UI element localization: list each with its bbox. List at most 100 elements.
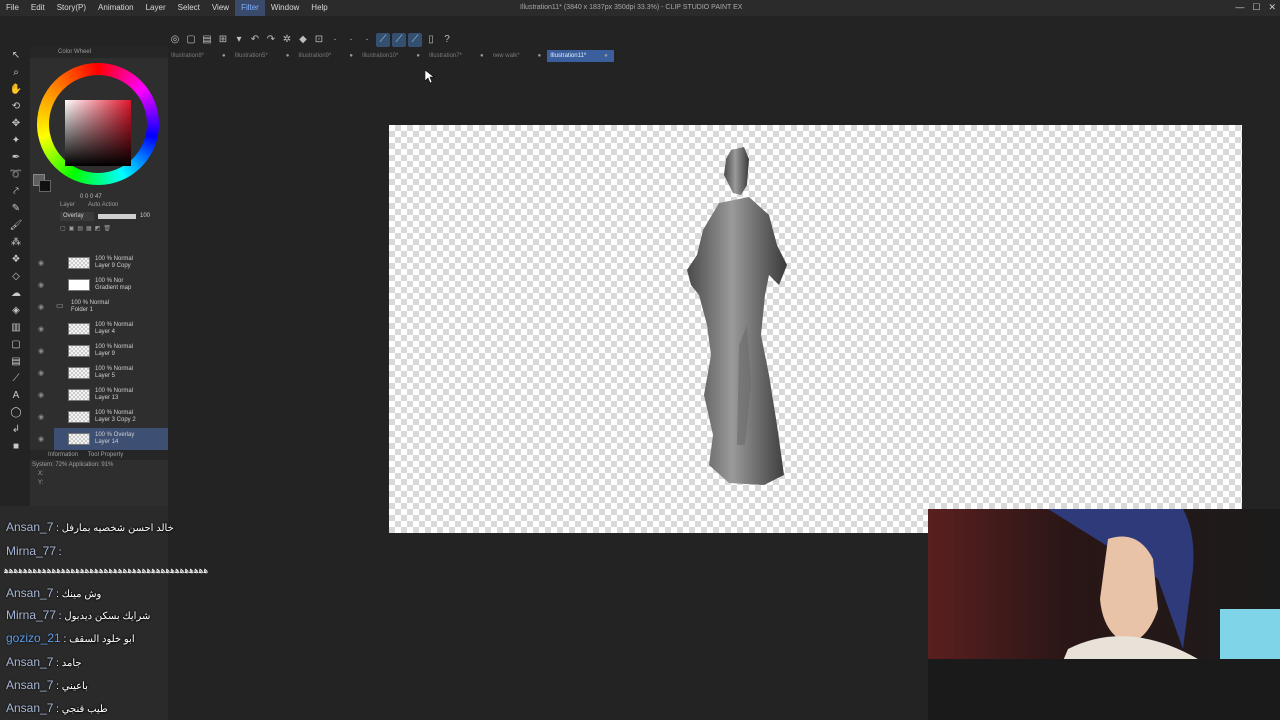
undo-icon[interactable]: ↶ — [248, 33, 262, 47]
menu-layer[interactable]: Layer — [140, 0, 172, 16]
figure-icon[interactable]: ▢ — [8, 337, 24, 353]
settings-icon[interactable]: ✲ — [280, 33, 294, 47]
color-wheel[interactable]: 0 0 0 47 — [30, 58, 168, 200]
tab-illustration7[interactable]: Illustration7* ● — [426, 50, 490, 62]
visibility-eye-icon[interactable]: ◉ — [38, 325, 48, 333]
menu-view[interactable]: View — [206, 0, 235, 16]
gradient-icon[interactable]: ▥ — [8, 320, 24, 336]
fill-icon[interactable]: ◈ — [8, 303, 24, 319]
menu-help[interactable]: Help — [305, 0, 333, 16]
layer-row[interactable]: ◉ 100 % Normal Layer 9 Copy — [38, 252, 168, 274]
frame-icon[interactable]: ▤ — [8, 354, 24, 370]
pen-icon[interactable]: ✒ — [8, 150, 24, 166]
tab-close-icon[interactable]: ● — [480, 50, 484, 62]
menu-story[interactable]: Story(P) — [51, 0, 92, 16]
saturation-value-square[interactable] — [65, 100, 131, 166]
ruler-icon[interactable]: ⟋ — [8, 371, 24, 387]
visibility-eye-icon[interactable]: ◉ — [38, 435, 48, 443]
drawing-canvas[interactable] — [389, 125, 1242, 533]
help-icon[interactable]: ? — [440, 33, 454, 47]
new-layer-icon[interactable]: ▢ — [60, 225, 66, 232]
opacity-slider[interactable] — [98, 213, 136, 219]
layer-folder-row[interactable]: ◉ ▭ 100 % Normal Folder 1 — [38, 296, 168, 318]
new-folder-icon[interactable]: ▤ — [77, 225, 83, 232]
tab-close-icon[interactable]: ● — [604, 50, 608, 62]
blend-mode-select[interactable]: Overlay — [60, 211, 94, 221]
balloon-icon[interactable]: ◯ — [8, 405, 24, 421]
chat-username[interactable]: Ansan_7 — [6, 701, 53, 715]
eyedropper-icon[interactable]: ⤤ — [8, 184, 24, 200]
hand-icon[interactable]: ✋ — [8, 82, 24, 98]
close-button[interactable]: ✕ — [1268, 2, 1276, 13]
blend-icon[interactable]: ☁ — [8, 286, 24, 302]
tab-illustration5[interactable]: Illustration5* ● — [232, 50, 296, 62]
visibility-eye-icon[interactable]: ◉ — [38, 413, 48, 421]
tab-illustration9[interactable]: Illustration9* ● — [295, 50, 359, 62]
tab-close-icon[interactable]: ● — [222, 50, 226, 62]
chat-username[interactable]: Ansan_7 — [6, 520, 53, 534]
new-vector-icon[interactable]: ▣ — [69, 225, 75, 232]
crop-icon[interactable]: ⊡ — [312, 33, 326, 47]
tab-new-walk[interactable]: new walk* ● — [490, 50, 548, 62]
mask-icon[interactable]: ◩ — [95, 225, 101, 232]
tab-auto-action[interactable]: Auto Action — [88, 202, 118, 208]
layer-row[interactable]: ◉ 100 % Nor Gradient map — [38, 274, 168, 296]
visibility-eye-icon[interactable]: ◉ — [38, 391, 48, 399]
menu-animation[interactable]: Animation — [92, 0, 140, 16]
new-file-icon[interactable]: ▢ — [184, 33, 198, 47]
fill-icon[interactable]: ◆ — [296, 33, 310, 47]
menu-window[interactable]: Window — [265, 0, 305, 16]
menu-select[interactable]: Select — [172, 0, 206, 16]
lasso-icon[interactable]: ➰ — [8, 167, 24, 183]
save-icon[interactable]: ⊞ — [216, 33, 230, 47]
chat-username[interactable]: gozizo_21 — [6, 631, 61, 645]
rotate-icon[interactable]: ⟲ — [8, 99, 24, 115]
brush-icon[interactable]: 🖌 — [8, 218, 24, 234]
tab-close-icon[interactable]: ● — [416, 50, 420, 62]
copy-layer-icon[interactable]: ▦ — [86, 225, 92, 232]
layer-row[interactable]: ◉ 100 % Normal Layer 9 — [38, 340, 168, 362]
tab-illustration8[interactable]: Illustration8* ● — [168, 50, 232, 62]
move-icon[interactable]: ✥ — [8, 116, 24, 132]
clip-studio-icon[interactable]: ◎ — [168, 33, 182, 47]
tab-tool-property[interactable]: Tool Property — [88, 452, 123, 458]
vector-icon[interactable]: ▯ — [424, 33, 438, 47]
visibility-eye-icon[interactable]: ◉ — [38, 303, 48, 311]
snap-special-ruler-icon[interactable]: ⟋ — [376, 33, 390, 47]
correction-icon[interactable]: ↲ — [8, 422, 24, 438]
visibility-eye-icon[interactable]: ◉ — [38, 281, 48, 289]
chat-username[interactable]: Mirna_77 — [6, 544, 56, 558]
visibility-eye-icon[interactable]: ◉ — [38, 369, 48, 377]
layer-row[interactable]: ◉ 100 % Normal Layer 5 — [38, 362, 168, 384]
chat-username[interactable]: Mirna_77 — [6, 608, 56, 622]
tab-information[interactable]: Information — [48, 452, 78, 458]
menu-file[interactable]: File — [0, 0, 25, 16]
clear-icon[interactable]: · — [328, 33, 342, 47]
snap-grid-icon[interactable]: ⟋ — [392, 33, 406, 47]
tab-close-icon[interactable]: ● — [538, 50, 542, 62]
maximize-button[interactable]: ☐ — [1252, 2, 1260, 13]
delete-layer-icon[interactable]: 🗑 — [103, 225, 111, 232]
wand-icon[interactable]: ✦ — [8, 133, 24, 149]
layer-row[interactable]: ◉ 100 % Normal Layer 3 Copy 2 — [38, 406, 168, 428]
tab-illustration11[interactable]: Illustration11* ● — [547, 50, 614, 62]
airbrush-icon[interactable]: ⁂ — [8, 235, 24, 251]
snap-ruler-icon[interactable]: · — [360, 33, 374, 47]
opacity-value[interactable]: 100 — [140, 213, 150, 219]
tab-close-icon[interactable]: ● — [349, 50, 353, 62]
layer-row[interactable]: ◉ 100 % Normal Layer 4 — [38, 318, 168, 340]
minimize-button[interactable]: — — [1235, 2, 1244, 13]
layer-row[interactable]: ◉ 100 % Normal Layer 13 — [38, 384, 168, 406]
open-file-icon[interactable]: ▤ — [200, 33, 214, 47]
sub-color-swatch[interactable] — [39, 180, 51, 192]
visibility-eye-icon[interactable]: ◉ — [38, 259, 48, 267]
pointer-icon[interactable]: ↖ — [8, 48, 24, 64]
transform-icon[interactable]: · — [344, 33, 358, 47]
color-swatch-icon[interactable]: ■ — [8, 439, 24, 455]
decoration-icon[interactable]: ❖ — [8, 252, 24, 268]
eraser-icon[interactable]: ◇ — [8, 269, 24, 285]
tab-illustration10[interactable]: Illustration10* ● — [359, 50, 426, 62]
tab-close-icon[interactable]: ● — [286, 50, 290, 62]
visibility-eye-icon[interactable]: ◉ — [38, 347, 48, 355]
zoom-icon[interactable]: ⌕ — [8, 65, 24, 81]
